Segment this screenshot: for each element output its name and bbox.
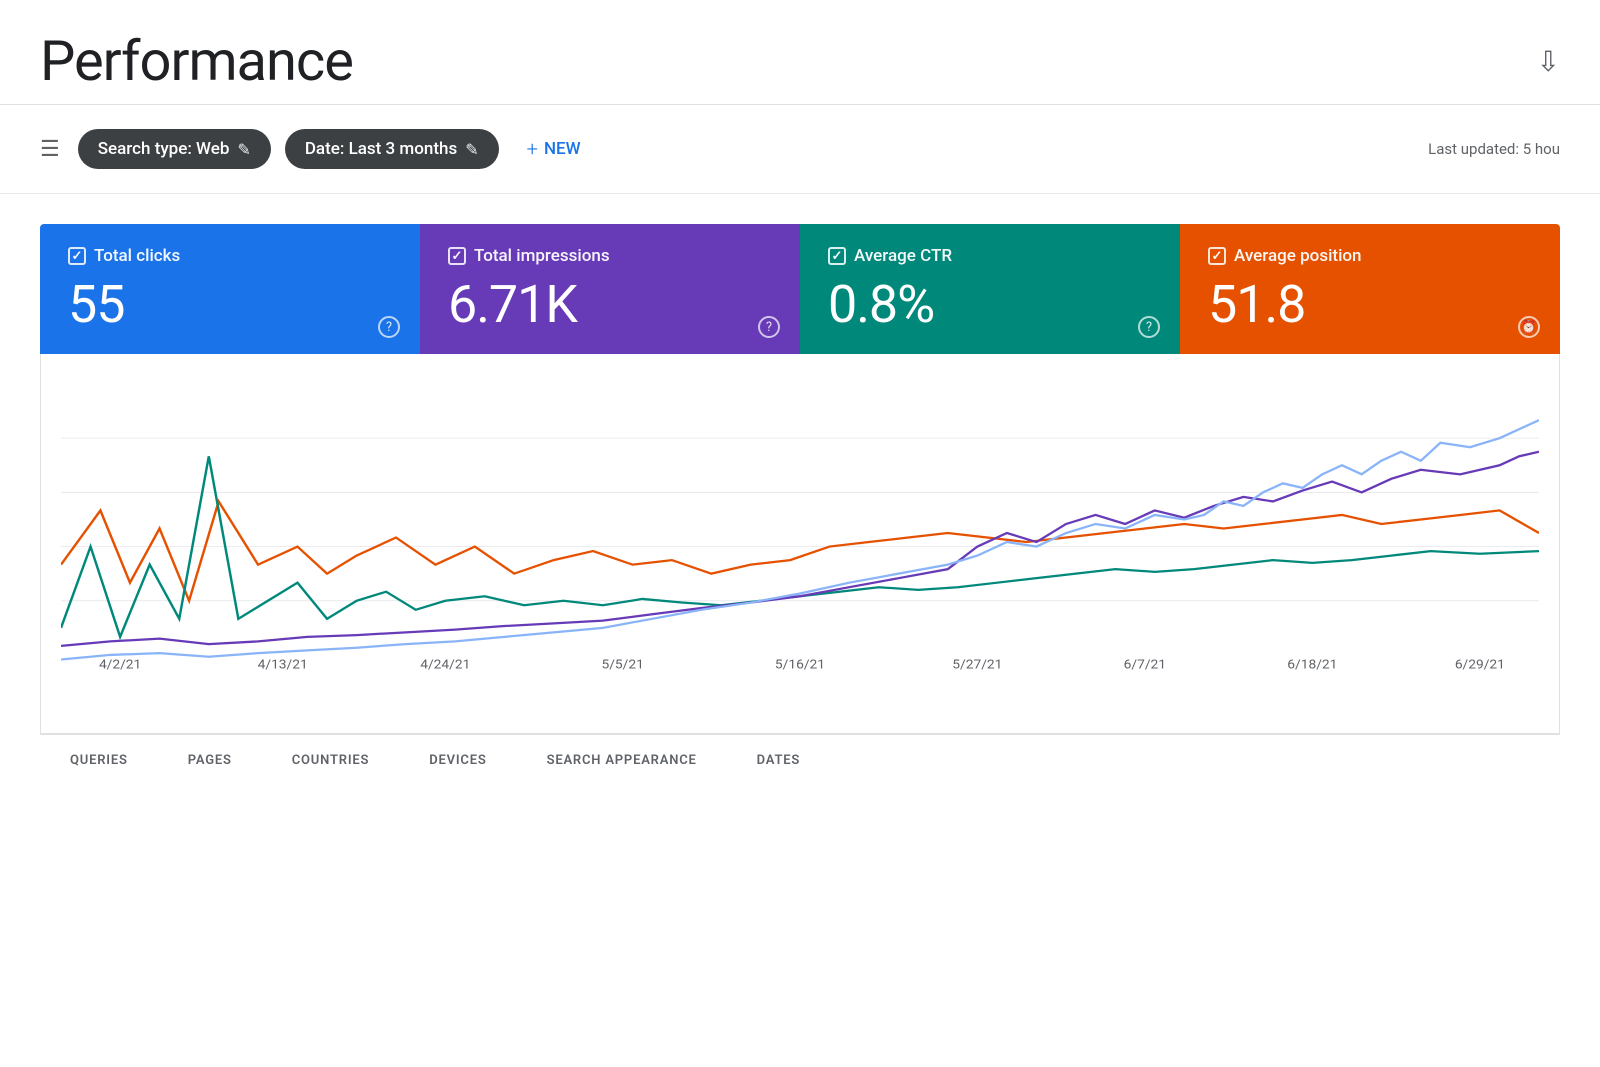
plus-icon: +: [527, 137, 538, 161]
svg-text:6/29/21: 6/29/21: [1455, 658, 1505, 672]
new-button-label: NEW: [544, 139, 581, 159]
edit-icon: ✎: [465, 140, 478, 159]
clock-icon[interactable]: ⏰: [1518, 316, 1540, 338]
svg-text:6/7/21: 6/7/21: [1124, 658, 1166, 672]
metric-value: 51.8: [1208, 276, 1532, 333]
date-chip[interactable]: Date: Last 3 months ✎: [285, 129, 499, 169]
performance-chart: 4/2/21 4/13/21 4/24/21 5/5/21 5/16/21 5/…: [61, 384, 1539, 673]
metric-card-average-position[interactable]: Average position 51.8 ⏰: [1180, 224, 1560, 354]
filter-icon[interactable]: ☰: [40, 137, 60, 162]
metric-label: Average CTR: [828, 246, 1152, 266]
metric-value: 6.71K: [448, 276, 772, 333]
metric-checkbox[interactable]: [68, 247, 86, 265]
svg-text:5/5/21: 5/5/21: [601, 658, 643, 672]
metric-cards: Total clicks 55 ? Total impressions 6.71…: [40, 224, 1560, 354]
help-icon[interactable]: ?: [378, 316, 400, 338]
tab-dates[interactable]: DATES: [727, 735, 830, 789]
page-header: Performance ⇩: [0, 0, 1600, 105]
metric-label: Average position: [1208, 246, 1532, 266]
download-icon[interactable]: ⇩: [1537, 45, 1560, 78]
tab-search-appearance[interactable]: SEARCH APPEARANCE: [517, 735, 727, 789]
metric-checkbox[interactable]: [828, 247, 846, 265]
svg-text:4/24/21: 4/24/21: [420, 658, 470, 672]
metric-label-text: Average position: [1234, 246, 1362, 266]
new-button[interactable]: + NEW: [513, 127, 595, 171]
svg-text:4/13/21: 4/13/21: [258, 658, 308, 672]
search-type-chip[interactable]: Search type: Web ✎: [78, 129, 271, 169]
svg-text:6/18/21: 6/18/21: [1287, 658, 1337, 672]
metric-label-text: Total impressions: [474, 246, 610, 266]
metric-value: 0.8%: [828, 276, 1152, 333]
svg-text:4/2/21: 4/2/21: [99, 658, 141, 672]
bottom-tabs: QUERIES PAGES COUNTRIES DEVICES SEARCH A…: [40, 734, 1560, 789]
metric-card-total-clicks[interactable]: Total clicks 55 ?: [40, 224, 420, 354]
tab-devices[interactable]: DEVICES: [399, 735, 516, 789]
date-label: Date: Last 3 months: [305, 139, 457, 159]
svg-text:5/16/21: 5/16/21: [775, 658, 825, 672]
help-icon[interactable]: ?: [1138, 316, 1160, 338]
metric-label-text: Average CTR: [854, 246, 952, 266]
metric-card-average-ctr[interactable]: Average CTR 0.8% ?: [800, 224, 1180, 354]
last-updated-text: Last updated: 5 hou: [1428, 140, 1560, 158]
edit-icon: ✎: [237, 140, 250, 159]
toolbar: ☰ Search type: Web ✎ Date: Last 3 months…: [0, 105, 1600, 194]
metric-label: Total impressions: [448, 246, 772, 266]
metric-checkbox[interactable]: [448, 247, 466, 265]
tab-queries[interactable]: QUERIES: [40, 735, 158, 789]
metric-checkbox[interactable]: [1208, 247, 1226, 265]
metric-label-text: Total clicks: [94, 246, 180, 266]
help-icon[interactable]: ?: [758, 316, 780, 338]
svg-text:5/27/21: 5/27/21: [952, 658, 1002, 672]
metric-value: 55: [68, 276, 392, 333]
page-title: Performance: [40, 28, 353, 94]
metric-card-total-impressions[interactable]: Total impressions 6.71K ?: [420, 224, 800, 354]
chart-container: 4/2/21 4/13/21 4/24/21 5/5/21 5/16/21 5/…: [40, 354, 1560, 734]
metric-label: Total clicks: [68, 246, 392, 266]
search-type-label: Search type: Web: [98, 139, 230, 159]
tab-pages[interactable]: PAGES: [158, 735, 262, 789]
tab-countries[interactable]: COUNTRIES: [262, 735, 399, 789]
